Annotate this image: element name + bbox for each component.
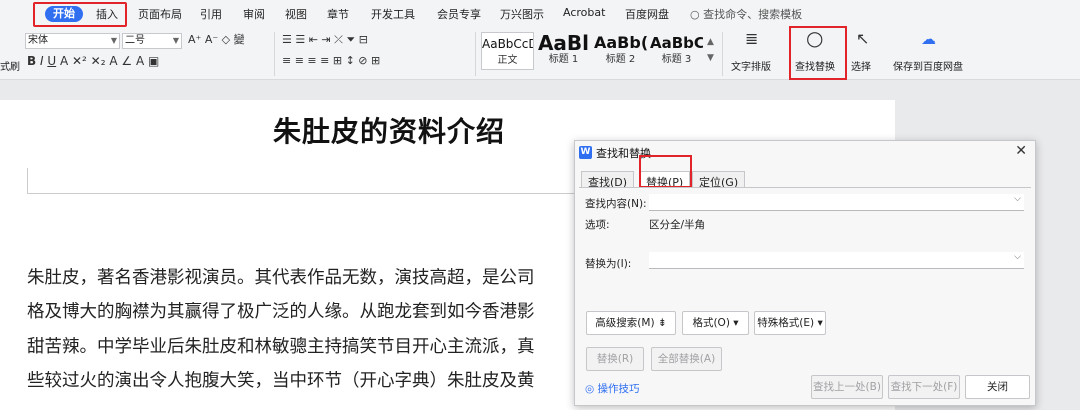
paragraph-tools-row2[interactable]: ≡ ≡ ≡ ≡ ⊞ ↕ ⊘ ⊞: [282, 53, 380, 69]
font-select[interactable]: 宋体 ▼: [25, 33, 120, 49]
style-heading1[interactable]: AaBl 标题 1: [537, 32, 590, 70]
style-name: 标题 2: [605, 54, 636, 65]
close-icon[interactable]: ✕: [1015, 143, 1027, 159]
advanced-search-button[interactable]: 高级搜索(M) ⇟: [586, 311, 676, 335]
replace-button[interactable]: 替换(R): [586, 347, 644, 371]
style-normal[interactable]: AaBbCcDd 正文: [481, 32, 534, 70]
font-size-select[interactable]: 二号 ▼: [122, 33, 182, 49]
style-preview: AaBbCcDd: [482, 37, 533, 51]
chevron-down-icon[interactable]: ⌵: [1014, 252, 1021, 262]
find-label: 查找内容(N):: [585, 198, 647, 210]
style-preview: AaBb(: [594, 33, 647, 52]
margin-mark: [27, 168, 28, 194]
replace-label: 替换为(I):: [585, 258, 632, 270]
tab-member[interactable]: 会员专享: [437, 6, 481, 22]
tab-view[interactable]: 视图: [285, 6, 307, 22]
chevron-down-icon: ▼: [172, 36, 179, 45]
special-label: 特殊格式(E): [757, 317, 815, 329]
find-previous-button[interactable]: 查找上一处(B): [811, 375, 883, 399]
baidu-cloud-icon: ☁: [921, 30, 936, 48]
format-painter-label[interactable]: 式刷: [0, 58, 20, 73]
tab-baidu[interactable]: 百度网盘: [625, 6, 669, 22]
separator: [722, 32, 723, 76]
red-highlight-box: [639, 155, 692, 188]
text-layout-icon: ≣: [745, 29, 759, 48]
search-command-text: 查找命令、搜索模板: [703, 8, 803, 21]
format-button[interactable]: 格式(O) ▾: [682, 311, 749, 335]
close-button[interactable]: 关闭: [965, 375, 1030, 399]
document-line: 格及博大的胸襟为其赢得了极广泛的人缘。从跑龙套到如今香港影: [27, 302, 535, 322]
style-heading3[interactable]: AaBbC 标题 3: [650, 32, 703, 70]
tab-layout[interactable]: 页面布局: [138, 6, 182, 22]
find-replace-dialog: W 查找和替换 ✕ 查找(D) 替换(P) 定位(G) 查找内容(N): ⌵ 选…: [574, 140, 1036, 406]
chevron-down-icon[interactable]: ⌵: [1014, 194, 1021, 204]
style-preview: AaBbC: [650, 34, 703, 52]
help-icon: ◎: [585, 383, 595, 395]
chevron-down-icon: ▼: [110, 36, 117, 45]
tab-chapter[interactable]: 章节: [327, 6, 349, 22]
tab-acrobat[interactable]: Acrobat: [563, 6, 605, 19]
text-layout-button[interactable]: 文字排版: [731, 58, 771, 73]
tab-references[interactable]: 引用: [200, 6, 222, 22]
style-heading2[interactable]: AaBb( 标题 2: [594, 32, 647, 70]
red-highlight-box: [33, 2, 127, 27]
font-tools-row2[interactable]: B I U A ✕² ✕₂ A ∠ A ▣: [27, 53, 159, 69]
styles-scroll[interactable]: ▲ ▼: [707, 34, 714, 66]
ribbon: 式刷 宋体 ▼ 二号 ▼ A⁺ A⁻ ◇ 變 B I U A ✕² ✕₂ A ∠ A…: [0, 28, 1080, 80]
size-value: 二号: [125, 35, 145, 46]
adv-label: 高级搜索(M): [595, 317, 655, 329]
tab-review[interactable]: 审阅: [243, 6, 265, 22]
tab-wanxing[interactable]: 万兴图示: [500, 6, 544, 22]
dialog-body: 查找内容(N): ⌵ 选项: 区分全/半角 替换为(I): ⌵ 高级搜索(M) …: [579, 187, 1031, 371]
tips-label: 操作技巧: [597, 383, 640, 395]
document-line: 朱肚皮，著名香港影视演员。其代表作品无数，演技高超，是公司: [27, 268, 535, 288]
replace-all-button[interactable]: 全部替换(A): [651, 347, 722, 371]
special-format-button[interactable]: 特殊格式(E) ▾: [754, 311, 826, 335]
style-preview: AaBl: [537, 32, 590, 54]
menu-bar: 开始 插入 页面布局 引用 审阅 视图 章节 开发工具 会员专享 万兴图示 Ac…: [0, 0, 1080, 28]
search-command[interactable]: ○ 查找命令、搜索模板: [690, 6, 802, 22]
replace-input[interactable]: ⌵: [649, 252, 1024, 269]
find-input[interactable]: ⌵: [649, 194, 1024, 211]
options-label: 选项:: [585, 219, 610, 231]
save-baidu-button[interactable]: 保存到百度网盘: [893, 58, 963, 73]
style-name: 标题 3: [661, 54, 692, 65]
tab-goto[interactable]: 定位(G): [692, 171, 746, 189]
format-label: 格式(O): [692, 317, 730, 329]
style-name: 正文: [497, 55, 518, 66]
paragraph-tools-row1[interactable]: ☰ ☰ ⇤ ⇥ ⤫ ⏷ ⊟: [282, 32, 368, 48]
document-line: 些较过火的演出令人抱腹大笑，当中环节（开心字典）朱肚皮及黄: [27, 371, 535, 391]
separator: [274, 32, 275, 76]
font-tools-row1[interactable]: A⁺ A⁻ ◇ 變: [188, 32, 245, 48]
find-next-button[interactable]: 查找下一处(F): [888, 375, 960, 399]
select-button[interactable]: 选择: [851, 58, 871, 73]
options-value: 区分全/半角: [649, 219, 706, 231]
cursor-icon: ↖: [856, 29, 870, 48]
red-highlight-box: [789, 26, 847, 80]
wps-icon: W: [579, 146, 592, 159]
search-icon: ○: [690, 8, 700, 21]
document-title: 朱肚皮的资料介绍: [273, 115, 506, 148]
document-line: 甜苦辣。中学毕业后朱肚皮和林敏骢主持搞笑节目开心主流派，真: [27, 337, 535, 357]
style-name: 标题 1: [548, 54, 579, 65]
tab-developer[interactable]: 开发工具: [371, 6, 415, 22]
separator: [475, 32, 476, 76]
tips-link[interactable]: ◎ 操作技巧: [585, 381, 640, 396]
font-value: 宋体: [28, 35, 48, 46]
tab-find[interactable]: 查找(D): [581, 171, 635, 189]
